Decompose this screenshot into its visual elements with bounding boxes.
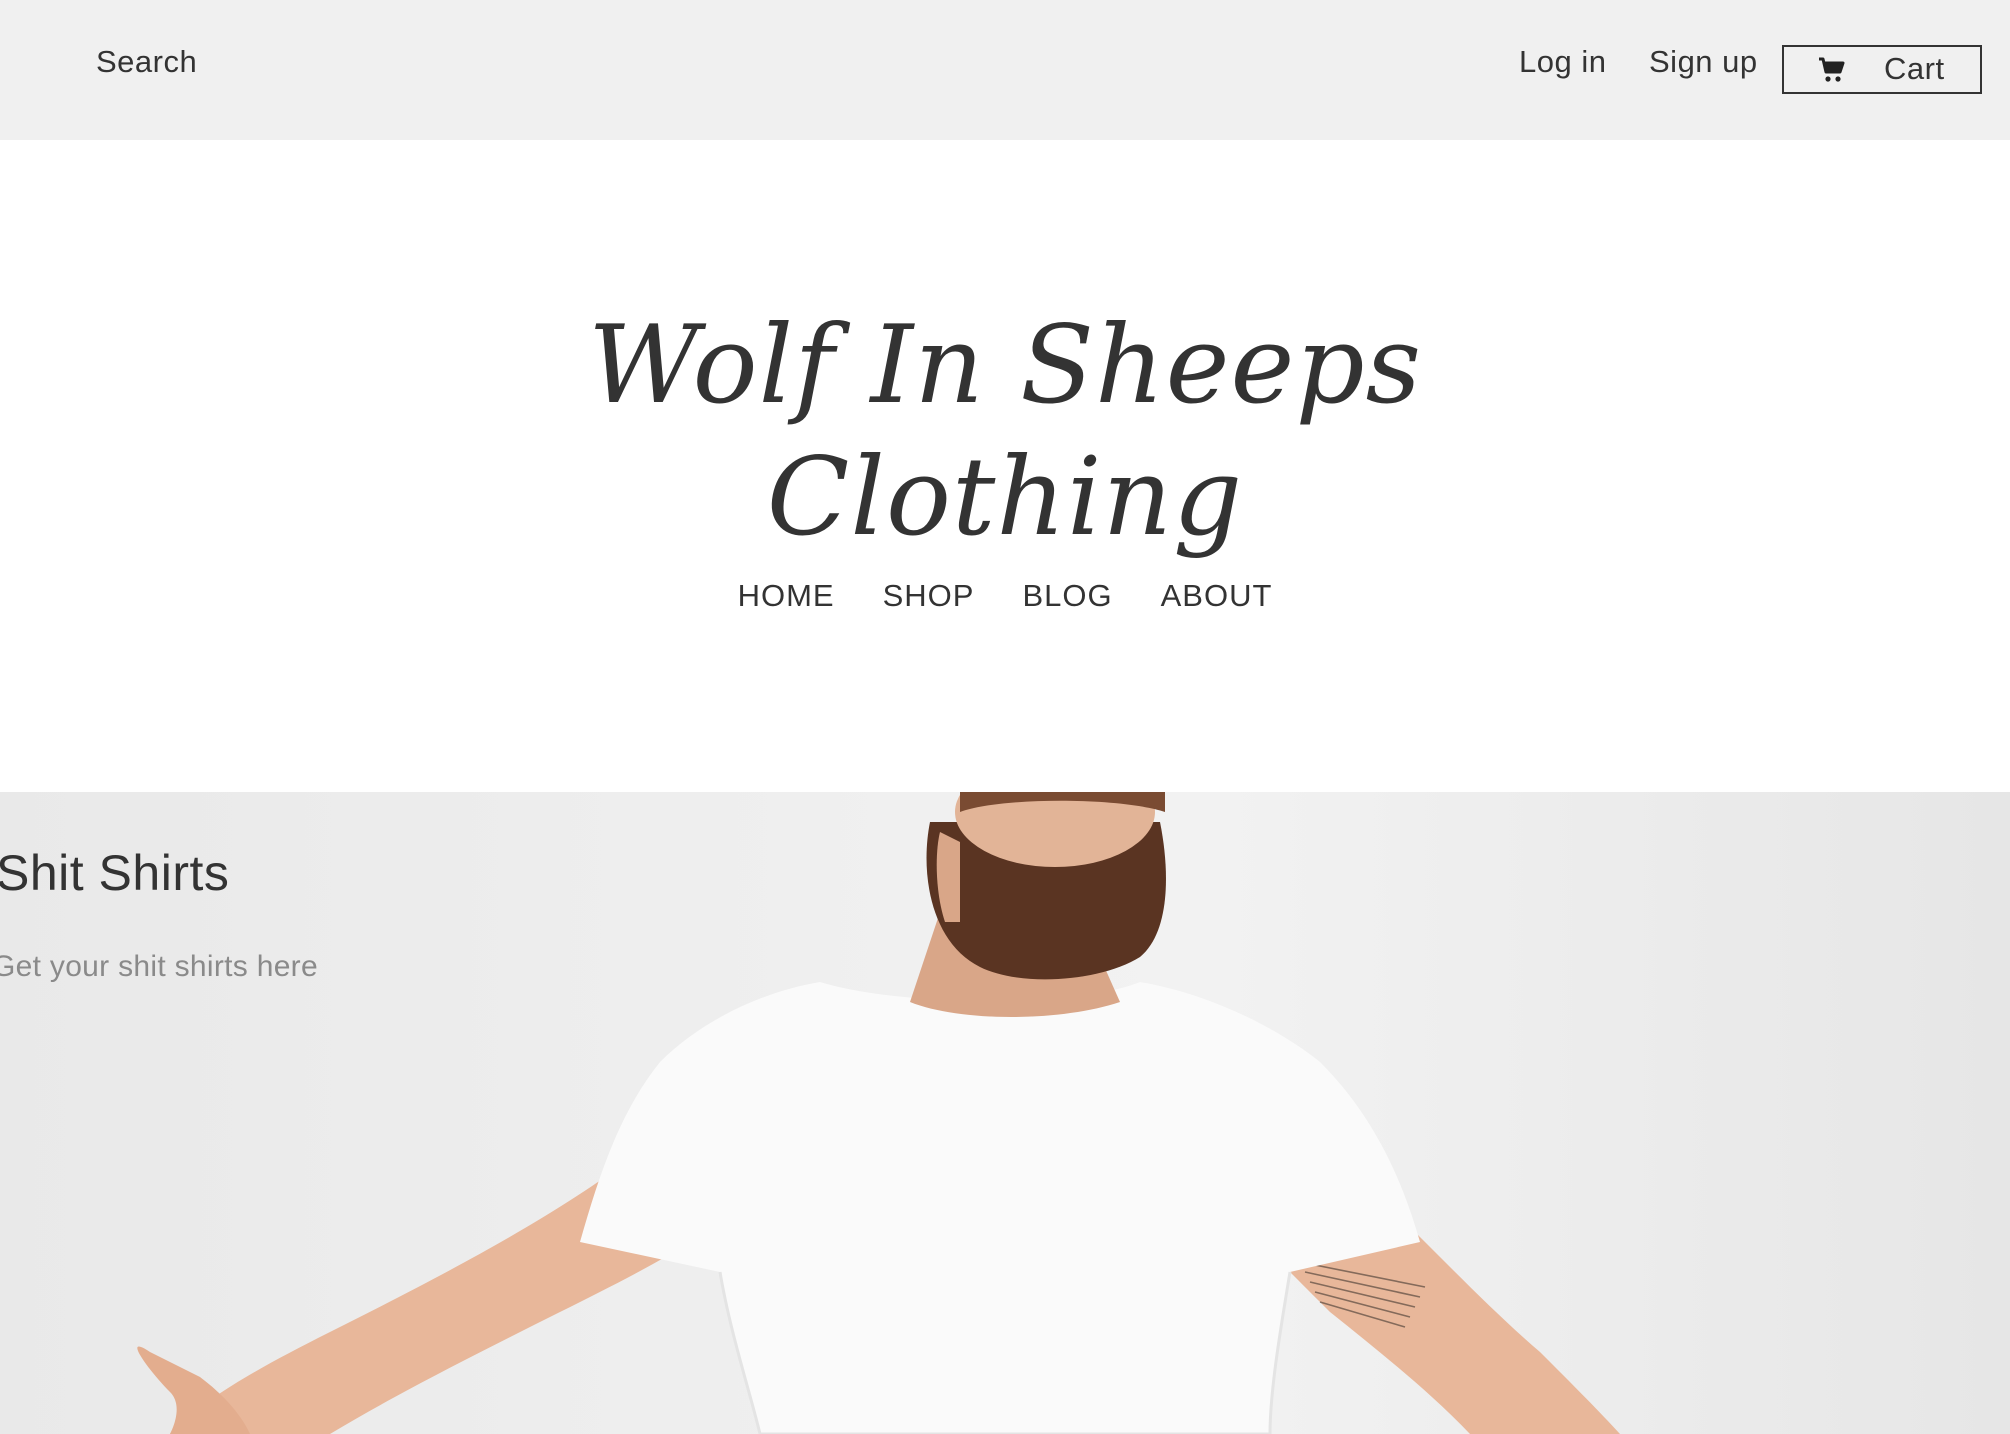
logo-line-1: Wolf In Sheeps [587, 303, 1423, 428]
nav-item-shop[interactable]: SHOP [883, 578, 975, 614]
search-link[interactable]: Search [96, 44, 197, 80]
main-nav: HOME SHOP BLOG ABOUT [0, 578, 2010, 614]
logo-line-2: Clothing [766, 435, 1244, 560]
cart-label: Cart [1884, 51, 1945, 86]
hero-subtitle: Get your shit shirts here [0, 950, 318, 983]
hero-photo [137, 792, 1620, 1434]
signup-link[interactable]: Sign up [1649, 44, 1758, 80]
hero-banner[interactable]: Shit Shirts Get your shit shirts here [0, 792, 2010, 1434]
login-link[interactable]: Log in [1519, 44, 1606, 80]
nav-item-home[interactable]: HOME [738, 578, 835, 614]
shopping-cart-icon [1819, 57, 1845, 82]
site-logo[interactable]: Wolf In Sheeps Clothing [0, 300, 2010, 564]
cart-button[interactable]: Cart [1782, 45, 1982, 94]
top-utility-bar: Search Log in Sign up Cart [0, 0, 2010, 140]
site-header: Wolf In Sheeps Clothing HOME SHOP BLOG A… [0, 140, 2010, 792]
nav-item-about[interactable]: ABOUT [1161, 578, 1273, 614]
hero-title: Shit Shirts [0, 845, 230, 901]
nav-item-blog[interactable]: BLOG [1022, 578, 1112, 614]
